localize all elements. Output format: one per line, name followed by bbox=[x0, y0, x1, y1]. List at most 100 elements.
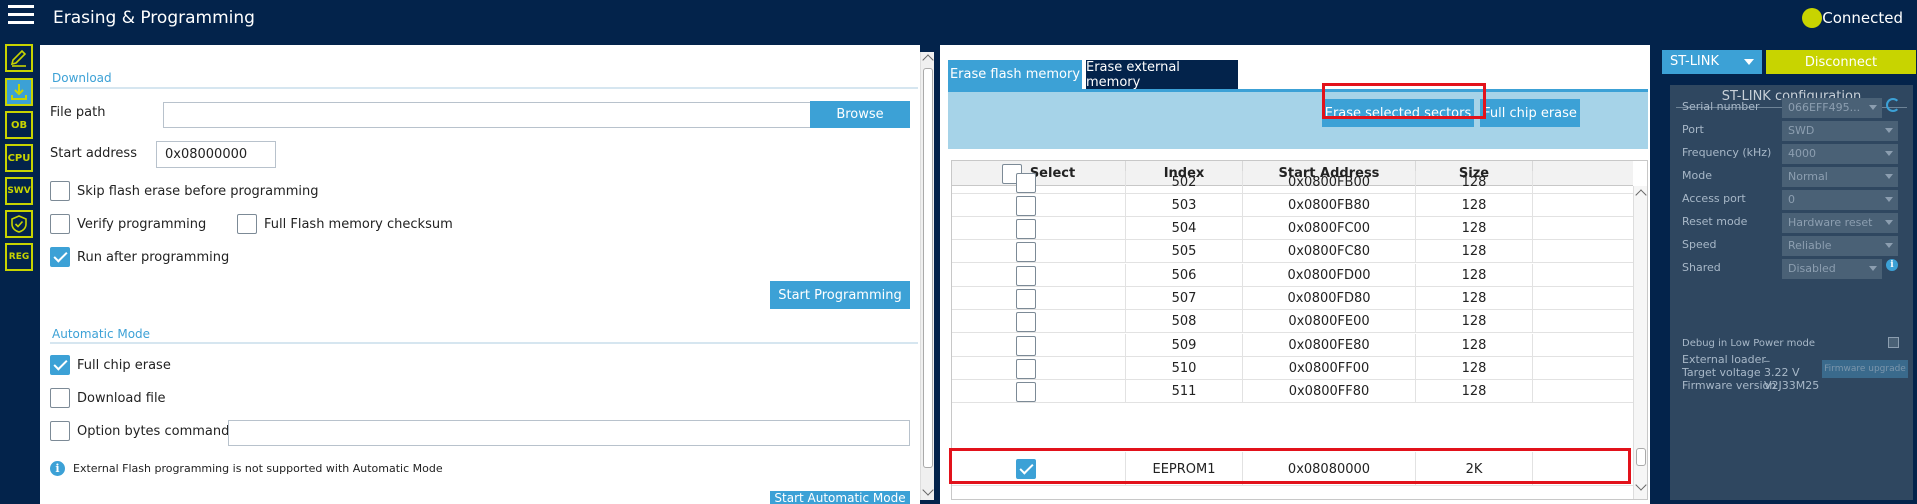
sector-checkbox[interactable] bbox=[1015, 172, 1036, 193]
config-field-select[interactable]: SWD bbox=[1782, 121, 1898, 141]
firmware-upgrade-button[interactable]: Firmware upgrade bbox=[1822, 360, 1908, 378]
target-voltage-label: Target voltage bbox=[1682, 366, 1761, 379]
table-row[interactable]: 511 0x0800FF80 128 bbox=[952, 380, 1633, 403]
probe-select[interactable]: ST-LINK bbox=[1662, 50, 1762, 74]
programming-panel: Download File path Browse Start address … bbox=[40, 45, 920, 504]
tab-erase-external-memory[interactable]: Erase external memory bbox=[1086, 60, 1238, 90]
table-row[interactable]: 509 0x0800FE80 128 bbox=[952, 334, 1633, 357]
sector-checkbox[interactable] bbox=[1015, 381, 1036, 402]
start-programming-button[interactable]: Start Programming bbox=[770, 281, 910, 309]
download-section-title: Download bbox=[52, 71, 112, 85]
config-field-select[interactable]: Normal bbox=[1782, 167, 1898, 187]
sector-checkbox[interactable] bbox=[1015, 358, 1036, 379]
cell-select bbox=[952, 217, 1126, 240]
config-field-label: Serial number bbox=[1682, 100, 1760, 113]
config-field-select[interactable]: 4000 bbox=[1782, 144, 1898, 164]
scroll-down-icon[interactable] bbox=[922, 484, 934, 496]
full-flash-checksum-checkbox[interactable] bbox=[237, 214, 257, 234]
start-automatic-mode-button[interactable]: Start Automatic Mode bbox=[770, 491, 910, 504]
cell-index: 509 bbox=[1126, 334, 1243, 357]
cell-size: 128 bbox=[1416, 310, 1533, 333]
cell-size: 128 bbox=[1416, 287, 1533, 310]
sector-checkbox[interactable] bbox=[1015, 335, 1036, 356]
external-loader-label: External loader bbox=[1682, 353, 1766, 366]
stlink-configuration: ST-LINK configuration Serial number 066EF… bbox=[1670, 85, 1913, 500]
swv-icon[interactable]: SWV bbox=[5, 177, 33, 205]
table-row[interactable]: EEPROM1 0x08080000 2K bbox=[952, 452, 1633, 486]
section-divider bbox=[50, 342, 918, 344]
table-row[interactable]: 508 0x0800FE00 128 bbox=[952, 310, 1633, 333]
security-shield-icon[interactable] bbox=[5, 210, 33, 238]
table-row[interactable]: 502 0x0800FB00 128 bbox=[952, 171, 1633, 194]
low-power-checkbox[interactable] bbox=[1888, 337, 1899, 348]
config-field-select[interactable]: 0 bbox=[1782, 190, 1898, 210]
info-icon[interactable]: i bbox=[1886, 259, 1898, 271]
scrollbar-thumb[interactable] bbox=[1636, 448, 1646, 466]
scrollbar-thumb[interactable] bbox=[923, 68, 933, 468]
table-row[interactable]: 507 0x0800FD80 128 bbox=[952, 287, 1633, 310]
table-scrollbar[interactable] bbox=[1633, 186, 1647, 499]
scroll-up-icon[interactable] bbox=[1635, 189, 1647, 201]
cell-start-address: 0x0800FE80 bbox=[1243, 334, 1416, 357]
cell-index: 503 bbox=[1126, 194, 1243, 217]
table-row[interactable]: 503 0x0800FB80 128 bbox=[952, 194, 1633, 217]
config-field-select[interactable]: 066EFF495... bbox=[1782, 98, 1882, 118]
download-file-label: Download file bbox=[77, 391, 166, 406]
download-file-checkbox[interactable] bbox=[50, 388, 70, 408]
config-field-select[interactable]: Reliable bbox=[1782, 236, 1898, 256]
full-chip-erase-button[interactable]: Full chip erase bbox=[1480, 99, 1580, 127]
memory-edit-icon[interactable] bbox=[5, 44, 33, 72]
cell-size: 128 bbox=[1416, 357, 1533, 380]
auto-full-chip-erase-checkbox[interactable] bbox=[50, 355, 70, 375]
config-field-label: Mode bbox=[1682, 169, 1712, 182]
cell-select bbox=[952, 310, 1126, 333]
refresh-icon[interactable] bbox=[1886, 98, 1900, 112]
sector-checkbox[interactable] bbox=[1015, 218, 1036, 239]
option-bytes-commands-input[interactable] bbox=[228, 420, 910, 446]
skip-erase-checkbox[interactable] bbox=[50, 181, 70, 201]
cell-select bbox=[952, 334, 1126, 357]
disconnect-button[interactable]: Disconnect bbox=[1766, 50, 1916, 74]
sector-checkbox[interactable] bbox=[1015, 311, 1036, 332]
table-row[interactable]: 510 0x0800FF00 128 bbox=[952, 357, 1633, 380]
registers-icon[interactable]: REG bbox=[5, 243, 33, 271]
cell-size: 128 bbox=[1416, 240, 1533, 263]
cell-size: 128 bbox=[1416, 217, 1533, 240]
sector-checkbox[interactable] bbox=[1015, 241, 1036, 262]
config-field-select[interactable]: Disabled bbox=[1782, 259, 1882, 279]
option-bytes-commands-label: Option bytes commands bbox=[77, 424, 237, 439]
start-address-input[interactable]: 0x08000000 bbox=[156, 141, 276, 168]
left-panel-scrollbar[interactable] bbox=[920, 52, 934, 500]
target-voltage-value: 3.22 V bbox=[1764, 366, 1800, 379]
scroll-up-icon[interactable] bbox=[922, 54, 934, 66]
browse-button[interactable]: Browse bbox=[810, 101, 910, 128]
cell-start-address: 0x0800FB80 bbox=[1243, 194, 1416, 217]
sectors-table: Select Index Start Address Size 502 0x080… bbox=[951, 160, 1648, 500]
auto-full-chip-erase-label: Full chip erase bbox=[77, 358, 171, 373]
option-bytes-commands-checkbox[interactable] bbox=[50, 421, 70, 441]
scroll-down-icon[interactable] bbox=[1635, 479, 1647, 491]
cell-index: 510 bbox=[1126, 357, 1243, 380]
cell-index: 507 bbox=[1126, 287, 1243, 310]
table-row[interactable]: 505 0x0800FC80 128 bbox=[952, 240, 1633, 263]
tab-erase-flash-memory[interactable]: Erase flash memory bbox=[948, 60, 1082, 89]
run-after-programming-checkbox[interactable] bbox=[50, 247, 70, 267]
table-row[interactable]: 504 0x0800FC00 128 bbox=[952, 217, 1633, 240]
sector-checkbox[interactable] bbox=[1015, 288, 1036, 309]
cpu-icon[interactable]: CPU bbox=[5, 144, 33, 172]
download-icon[interactable] bbox=[5, 78, 33, 106]
option-bytes-icon[interactable]: OB bbox=[5, 111, 33, 139]
erase-selected-sectors-button[interactable]: Erase selected sectors bbox=[1322, 99, 1474, 127]
cell-start-address: 0x0800FC80 bbox=[1243, 240, 1416, 263]
file-path-combobox[interactable] bbox=[163, 102, 843, 128]
verify-programming-checkbox[interactable] bbox=[50, 214, 70, 234]
cell-start-address: 0x0800FF00 bbox=[1243, 357, 1416, 380]
hamburger-menu-icon[interactable] bbox=[8, 5, 34, 27]
sector-checkbox[interactable] bbox=[1015, 459, 1036, 479]
sector-checkbox[interactable] bbox=[1015, 195, 1036, 216]
table-row[interactable]: 506 0x0800FD00 128 bbox=[952, 264, 1633, 287]
sector-checkbox[interactable] bbox=[1015, 265, 1036, 286]
config-field-label: Port bbox=[1682, 123, 1704, 136]
cell-select bbox=[952, 380, 1126, 403]
config-field-select[interactable]: Hardware reset bbox=[1782, 213, 1898, 233]
